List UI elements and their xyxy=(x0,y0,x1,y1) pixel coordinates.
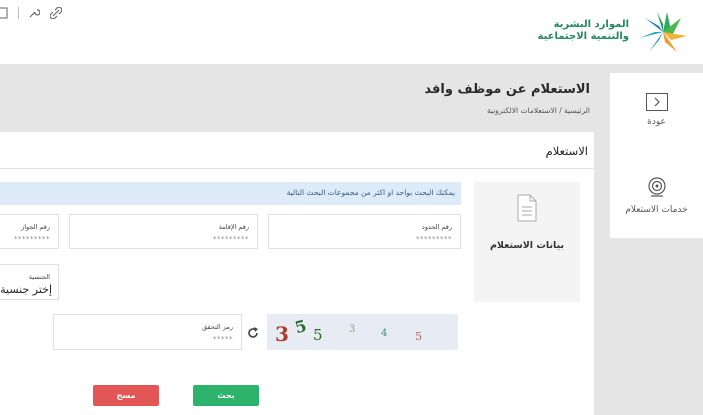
captcha-input[interactable]: ***** xyxy=(213,335,233,343)
ministry-logo-text: الموارد البشرية والتنمية الاجتماعية xyxy=(538,19,630,43)
link-icon[interactable] xyxy=(49,6,63,20)
chevron-right-icon xyxy=(645,93,668,111)
services-nav-item[interactable]: خدمات الاستعلام xyxy=(610,176,703,215)
breadcrumb[interactable]: الرئيسية / الاستعلامات الالكترونية xyxy=(487,106,590,115)
passport-number-input[interactable]: ********* xyxy=(14,235,50,243)
broadcast-icon xyxy=(647,177,666,197)
inquiry-card: الاستعلام بيانات الاستعلام يمكنك البحث ب… xyxy=(0,132,594,415)
nationality-label: الجنسية xyxy=(28,273,50,281)
captcha-char: 5 xyxy=(313,326,323,344)
search-notice: يمكنك البحث بواحد او اكثر من مجموعات الب… xyxy=(0,182,461,205)
refresh-icon[interactable] xyxy=(246,326,260,340)
logo-line-1: الموارد البشرية xyxy=(553,19,629,30)
border-number-input[interactable]: ********* xyxy=(416,235,452,243)
clear-button[interactable]: مسح xyxy=(93,385,159,406)
divider xyxy=(0,168,594,169)
captcha-char: 5 xyxy=(415,330,422,343)
services-label: خدمات الاستعلام xyxy=(625,205,688,215)
back-nav-item[interactable]: عودة xyxy=(610,93,703,127)
header-tools xyxy=(0,6,63,20)
border-number-field[interactable]: رقم الحدود ********* xyxy=(268,214,461,249)
passport-number-label: رقم الجواز xyxy=(21,223,50,231)
card-title: الاستعلام xyxy=(545,144,588,158)
border-number-label: رقم الحدود xyxy=(421,223,452,231)
iqama-number-label: رقم الإقامة xyxy=(218,223,249,231)
captcha-char: 3 xyxy=(349,324,355,335)
wrench-icon[interactable] xyxy=(27,6,41,20)
nationality-field[interactable]: الجنسية إختر جنسية xyxy=(0,264,59,300)
page-title: الاستعلام عن موظف وافد xyxy=(424,82,590,97)
captcha-field[interactable]: رمز التحقق ***** xyxy=(53,314,242,350)
inquiry-data-tab[interactable]: بيانات الاستعلام xyxy=(474,182,580,302)
captcha-char: 3 xyxy=(275,322,289,346)
back-label: عودة xyxy=(647,117,666,127)
iqama-number-input[interactable]: ********* xyxy=(213,235,249,243)
ministry-logo-icon[interactable] xyxy=(637,8,689,56)
iqama-number-field[interactable]: رقم الإقامة ********* xyxy=(69,214,258,249)
divider xyxy=(18,7,19,19)
passport-number-field[interactable]: رقم الجواز ********* xyxy=(0,214,59,249)
side-nav: عودة خدمات الاستعلام xyxy=(610,73,703,238)
top-header: الموارد البشرية والتنمية الاجتماعية xyxy=(0,0,703,64)
logo-line-2: والتنمية الاجتماعية xyxy=(537,31,630,42)
captcha-char: 5 xyxy=(293,316,309,337)
captcha-char: 4 xyxy=(381,328,387,339)
nationality-select[interactable]: إختر جنسية xyxy=(0,283,52,296)
captcha-image: 3 5 5 3 4 5 xyxy=(267,314,458,350)
captcha-label: رمز التحقق xyxy=(202,323,233,331)
inquiry-data-label: بيانات الاستعلام xyxy=(489,240,565,251)
search-button[interactable]: بحث xyxy=(193,385,259,406)
document-icon xyxy=(517,194,537,222)
window-icon[interactable] xyxy=(0,6,10,20)
